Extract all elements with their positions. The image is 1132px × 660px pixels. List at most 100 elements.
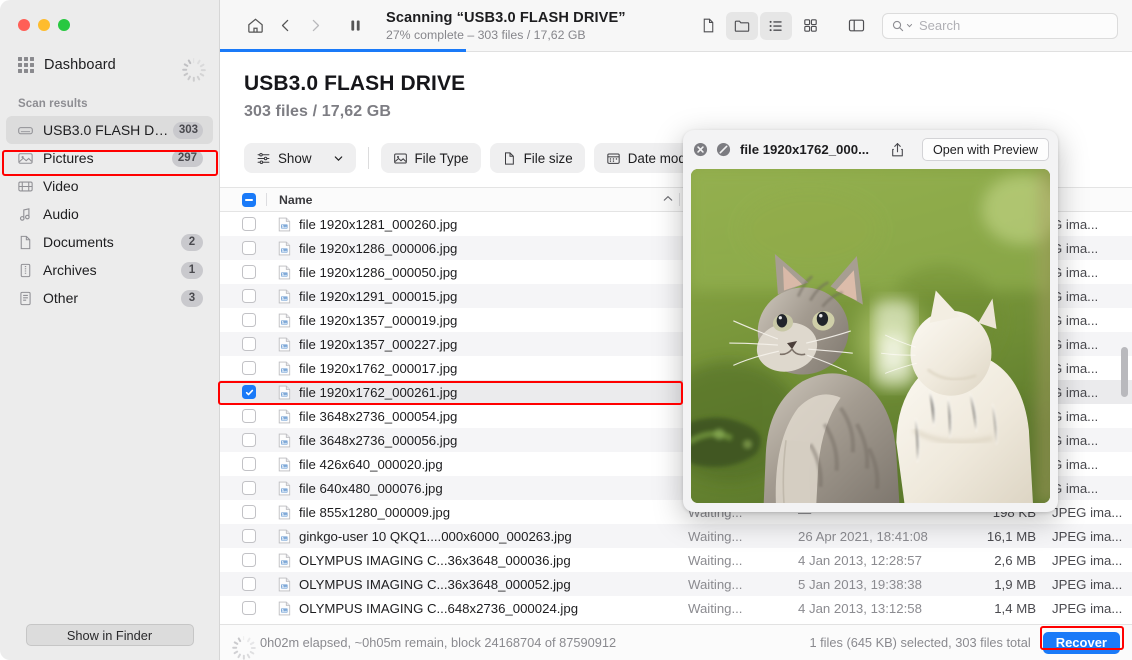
table-row[interactable]: OLYMPUS IMAGING C...36x3648_000036.jpg Wa…	[220, 548, 1132, 572]
checkbox-unchecked-icon[interactable]	[242, 505, 256, 519]
sidebar-item-archives[interactable]: Archives 1	[6, 256, 213, 284]
checkbox-unchecked-icon[interactable]	[242, 337, 256, 351]
sidebar-item-video[interactable]: Video	[6, 172, 213, 200]
checkbox-unchecked-icon[interactable]	[242, 457, 256, 471]
row-checkbox[interactable]	[232, 409, 266, 423]
row-checkbox[interactable]	[232, 217, 266, 231]
row-checkbox[interactable]	[232, 601, 266, 615]
grid-view-icon[interactable]	[794, 12, 826, 40]
checkbox-checked-icon[interactable]	[242, 385, 256, 399]
row-checkbox[interactable]	[232, 529, 266, 543]
row-checkbox[interactable]	[232, 337, 266, 351]
show-filter-button[interactable]: Show	[244, 143, 356, 173]
checkbox-unchecked-icon[interactable]	[242, 577, 256, 591]
preview-image[interactable]	[691, 169, 1050, 503]
sidebar-item-label: Video	[43, 178, 79, 194]
checkbox-unchecked-icon[interactable]	[242, 217, 256, 231]
show-in-finder-button[interactable]: Show in Finder	[25, 624, 194, 646]
file-type-filter-button[interactable]: File Type	[380, 143, 481, 173]
row-checkbox[interactable]	[232, 361, 266, 375]
row-name-cell: file 855x1280_000009.jpg	[266, 505, 680, 520]
row-name-cell: file 1920x1762_000017.jpg	[266, 361, 680, 376]
close-icon[interactable]	[692, 142, 708, 158]
back-button[interactable]	[270, 12, 300, 40]
calendar-icon	[606, 151, 621, 166]
checkbox-unchecked-icon[interactable]	[242, 289, 256, 303]
list-view-icon[interactable]	[760, 11, 792, 40]
no-entry-icon[interactable]	[715, 142, 731, 158]
checkbox-indeterminate-icon[interactable]	[242, 192, 256, 207]
row-checkbox[interactable]	[232, 313, 266, 327]
checkbox-unchecked-icon[interactable]	[242, 553, 256, 567]
checkbox-unchecked-icon[interactable]	[242, 409, 256, 423]
audio-icon	[16, 205, 34, 223]
sidebar-item-usb3-0-flash-dri[interactable]: USB3.0 FLASH DRI... 303	[6, 116, 213, 144]
video-icon	[16, 177, 34, 195]
recover-button[interactable]: Recover	[1042, 631, 1120, 654]
table-row[interactable]: ginkgo-user 10 QKQ1....000x6000_000263.j…	[220, 524, 1132, 548]
table-row[interactable]: OLYMPUS IMAGING C...36x3648_000052.jpg Wa…	[220, 572, 1132, 596]
file-name: file 640x480_000076.jpg	[299, 480, 443, 496]
row-checkbox[interactable]	[232, 265, 266, 279]
minimize-window-button[interactable]	[38, 19, 50, 31]
checkbox-unchecked-icon[interactable]	[242, 313, 256, 327]
file-name: file 1920x1281_000260.jpg	[299, 216, 458, 232]
row-checkbox[interactable]	[232, 481, 266, 495]
preview-title: file 1920x1762_000...	[740, 142, 870, 157]
open-with-preview-button[interactable]: Open with Preview	[922, 138, 1049, 161]
home-icon[interactable]	[240, 12, 270, 40]
sidebar-item-pictures[interactable]: Pictures 297	[6, 144, 213, 172]
checkbox-unchecked-icon[interactable]	[242, 361, 256, 375]
chevron-down-icon	[906, 23, 913, 28]
row-checkbox[interactable]	[232, 433, 266, 447]
jpeg-file-icon	[278, 409, 291, 424]
search-input[interactable]: Search	[919, 18, 960, 33]
row-file-type: JPEG ima...	[1052, 600, 1123, 616]
vertical-scrollbar[interactable]	[1121, 347, 1128, 397]
file-size-filter-button[interactable]: File size	[489, 143, 585, 173]
share-icon[interactable]	[887, 140, 907, 160]
select-all-checkbox[interactable]	[232, 192, 266, 207]
kittens-photo	[691, 169, 1050, 503]
row-checkbox[interactable]	[232, 577, 266, 591]
forward-button[interactable]	[300, 12, 330, 40]
table-row[interactable]: OLYMPUS IMAGING C...648x2736_000024.jpg W…	[220, 596, 1132, 620]
row-checkbox[interactable]	[232, 289, 266, 303]
checkbox-unchecked-icon[interactable]	[242, 481, 256, 495]
status-bar: 0h02m elapsed, ~0h05m remain, block 2416…	[220, 624, 1132, 660]
checkbox-unchecked-icon[interactable]	[242, 433, 256, 447]
close-window-button[interactable]	[18, 19, 30, 31]
other-icon	[16, 289, 34, 307]
maximize-window-button[interactable]	[58, 19, 70, 31]
sidebar-item-other[interactable]: Other 3	[6, 284, 213, 312]
sidebar-item-audio[interactable]: Audio	[6, 200, 213, 228]
row-checkbox[interactable]	[232, 457, 266, 471]
jpeg-file-icon	[278, 505, 291, 520]
pause-scan-button[interactable]	[340, 12, 370, 40]
folder-view-icon[interactable]	[726, 11, 758, 40]
checkbox-unchecked-icon[interactable]	[242, 265, 256, 279]
search-field[interactable]: Search	[882, 12, 1118, 39]
column-header-name[interactable]: Name	[267, 193, 680, 207]
row-checkbox[interactable]	[232, 505, 266, 519]
filter-divider	[367, 147, 369, 169]
checkbox-unchecked-icon[interactable]	[242, 529, 256, 543]
row-checkbox[interactable]	[232, 385, 266, 399]
sidebar-item-documents[interactable]: Documents 2	[6, 228, 213, 256]
row-file-type: G ima...	[1052, 312, 1099, 328]
row-recovery-status: Waiting...	[688, 552, 743, 568]
file-name: ginkgo-user 10 QKQ1....000x6000_000263.j…	[299, 528, 572, 544]
row-checkbox[interactable]	[232, 241, 266, 255]
row-checkbox[interactable]	[232, 553, 266, 567]
checkbox-unchecked-icon[interactable]	[242, 601, 256, 615]
sidebar-item-dashboard[interactable]: Dashboard	[10, 50, 209, 82]
checkbox-unchecked-icon[interactable]	[242, 241, 256, 255]
preview-header: file 1920x1762_000... Open with Preview	[683, 130, 1058, 169]
jpeg-file-icon	[278, 337, 291, 352]
selection-summary: 1 files (645 KB) selected, 303 files tot…	[809, 635, 1031, 650]
jpeg-file-icon	[278, 265, 291, 280]
row-name-cell: file 1920x1286_000050.jpg	[266, 265, 680, 280]
file-view-icon[interactable]	[692, 12, 724, 40]
chevron-down-icon	[334, 155, 342, 161]
sidebar-toggle-icon[interactable]	[840, 12, 872, 40]
